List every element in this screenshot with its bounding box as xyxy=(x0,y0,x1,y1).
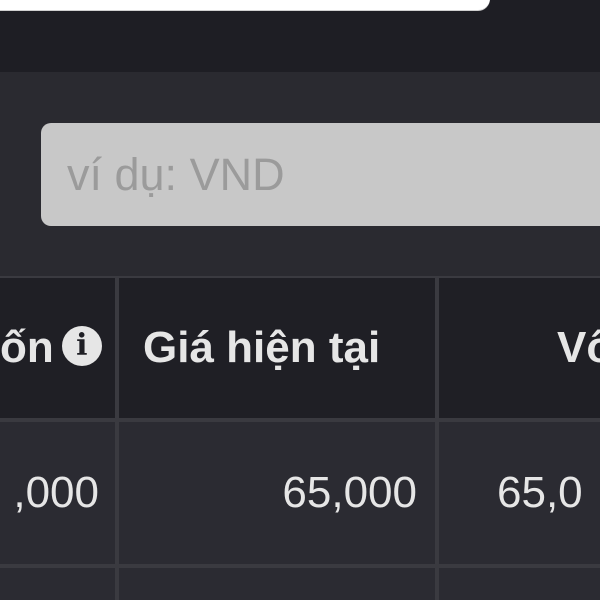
table-cell-empty xyxy=(119,568,435,600)
data-table: ốn i Giá hiện tại Vố ,000 65,000 65,0 xyxy=(0,276,600,600)
column-header-label: Giá hiện tại xyxy=(143,323,381,372)
top-text-field[interactable] xyxy=(0,0,490,10)
table-cell: 65,000 xyxy=(119,422,435,564)
top-bar xyxy=(0,0,600,72)
column-header-1: ốn i xyxy=(0,278,115,418)
column-header-label: Vố xyxy=(557,323,600,372)
column-header-current-price: Giá hiện tại xyxy=(119,278,435,418)
column-header-label: ốn xyxy=(0,323,54,372)
table-cell: 65,0 xyxy=(439,422,600,564)
currency-input[interactable] xyxy=(41,123,600,226)
page: ốni Giá hiện tại Vố ,000 65,000 65,0 xyxy=(0,0,600,600)
table-cell: ,000 xyxy=(0,422,115,564)
info-icon[interactable]: i xyxy=(61,326,102,367)
table-cell-empty xyxy=(0,568,115,600)
table-cell-empty xyxy=(439,568,600,600)
column-header-3: Vố xyxy=(439,278,600,418)
